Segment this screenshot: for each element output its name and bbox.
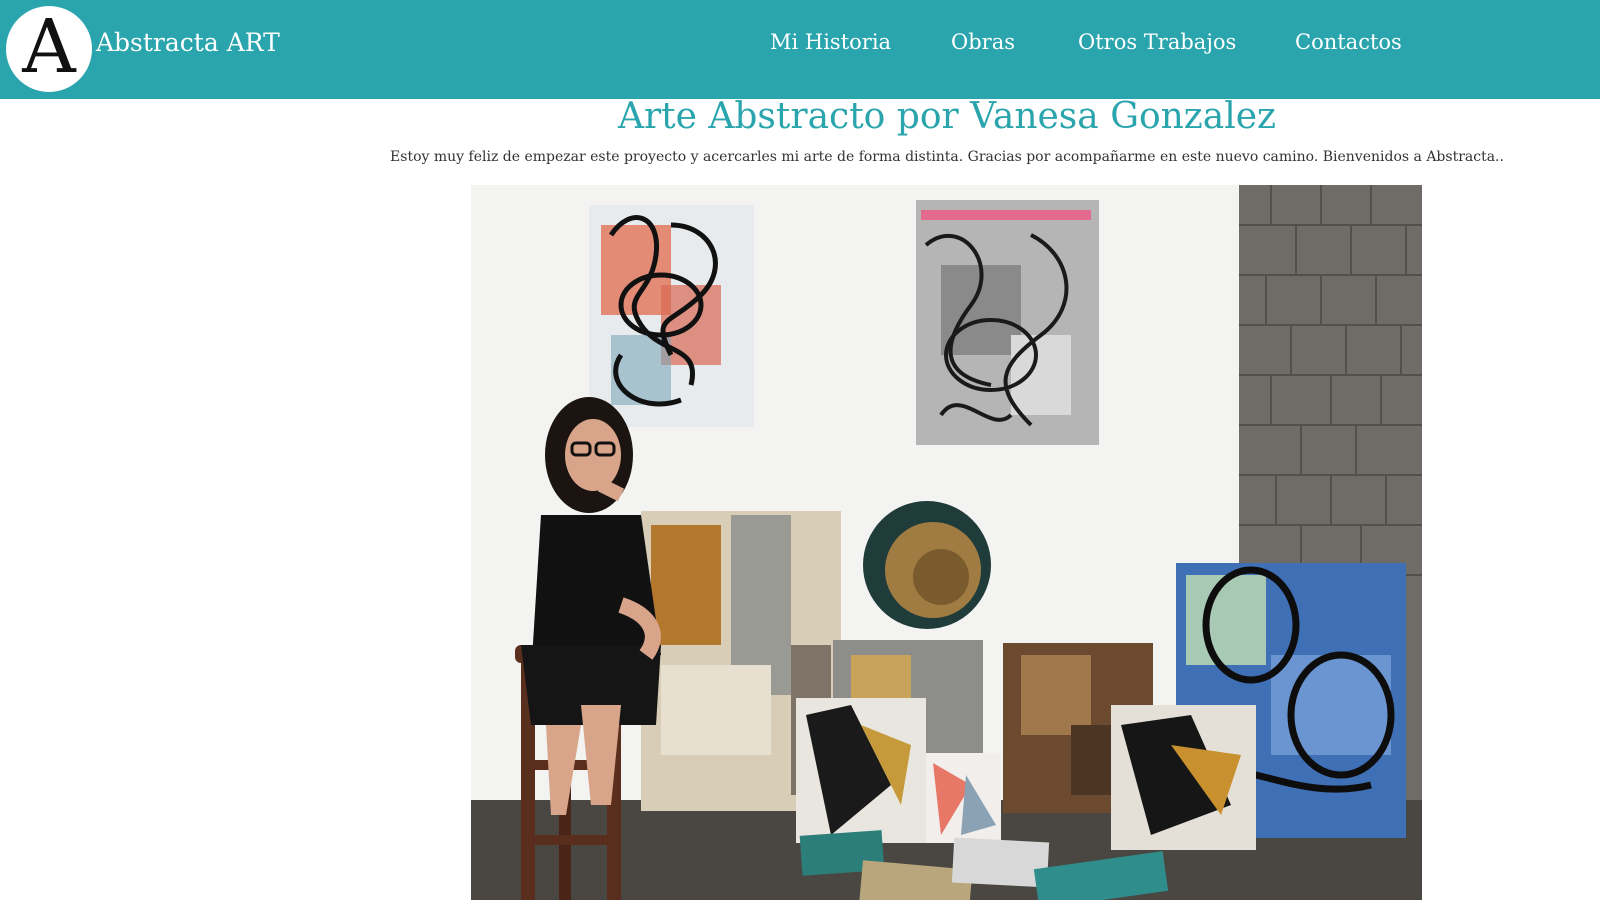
top-navbar: A Abstracta ART Mi Historia Obras Otros …	[0, 0, 1600, 99]
main-nav: Mi Historia Obras Otros Trabajos Contact…	[0, 30, 1600, 70]
page-title: Arte Abstracto por Vanesa Gonzalez	[617, 96, 1277, 137]
nav-link-obras[interactable]: Obras	[951, 30, 1015, 54]
painting-round	[863, 501, 991, 629]
artist-studio-illustration	[471, 185, 1422, 900]
nav-link-contactos[interactable]: Contactos	[1295, 30, 1402, 54]
painting-black-gold-right	[1111, 705, 1256, 850]
painting-gray-abstract	[916, 200, 1099, 445]
painting-orange-abstract	[589, 205, 754, 427]
nav-link-otros-trabajos[interactable]: Otros Trabajos	[1078, 30, 1236, 54]
artist-studio-photo	[471, 185, 1422, 900]
nav-link-mi-historia[interactable]: Mi Historia	[770, 30, 891, 54]
intro-text: Estoy muy feliz de empezar este proyecto…	[390, 149, 1504, 165]
painting-black-gold-left	[796, 698, 926, 843]
painting-pink-geometric	[926, 753, 1001, 843]
